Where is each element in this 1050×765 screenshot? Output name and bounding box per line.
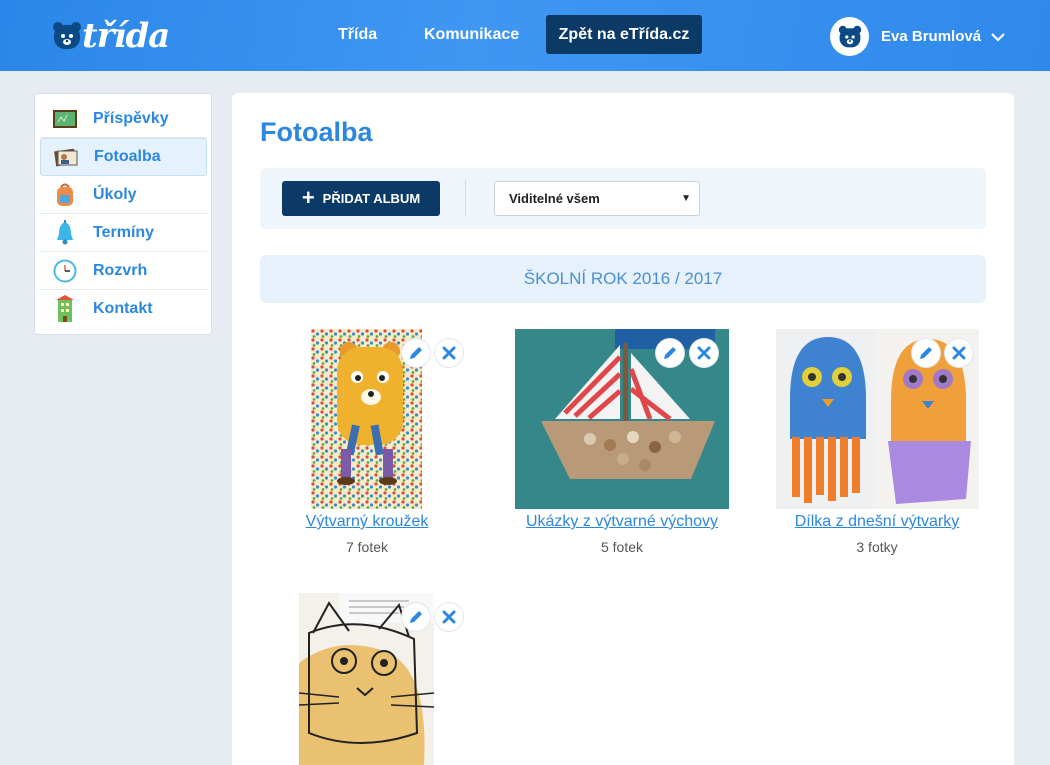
album-title-link[interactable]: Ukázky z výtvarné výchovy <box>492 513 752 531</box>
close-icon <box>952 346 966 360</box>
user-menu[interactable]: Eva Brumlová <box>830 17 1005 56</box>
album-photo-count: 3 fotky <box>856 539 898 555</box>
sidebar-item-label: Fotoalba <box>94 148 161 165</box>
etrida-logo[interactable]: třída <box>52 14 170 58</box>
visibility-value: Viditelné všem <box>509 191 600 206</box>
pencil-icon <box>410 347 422 359</box>
sidebar-item-rozvrh[interactable]: Rozvrh <box>40 252 207 290</box>
sidebar-item-label: Úkoly <box>93 185 137 203</box>
logo-text: třída <box>82 16 170 56</box>
user-name: Eva Brumlová <box>881 28 982 45</box>
edit-album-button[interactable] <box>912 339 940 367</box>
delete-album-button[interactable] <box>435 603 463 631</box>
page-title: Fotoalba <box>260 117 373 147</box>
nav-komunikace[interactable]: Komunikace <box>424 26 519 44</box>
album-toolbar: + PŘIDAT ALBUM Viditelné všem ▼ <box>260 168 986 229</box>
clock-icon <box>52 258 78 284</box>
avatar <box>830 17 869 56</box>
add-album-label: PŘIDAT ALBUM <box>322 191 421 206</box>
sidebar-item-label: Kontakt <box>93 300 153 317</box>
album-photo-count: 7 fotek <box>345 539 389 555</box>
close-icon <box>442 346 456 360</box>
delete-album-button[interactable] <box>690 339 718 367</box>
pencil-icon <box>664 347 676 359</box>
plus-icon: + <box>301 184 315 210</box>
delete-album-button[interactable] <box>945 339 973 367</box>
toolbar-divider <box>465 180 466 217</box>
edit-album-button[interactable] <box>402 339 430 367</box>
back-to-etrida-button[interactable]: Zpět na eTřída.cz <box>546 15 702 54</box>
bell-icon <box>52 219 78 246</box>
add-album-button[interactable]: + PŘIDAT ALBUM <box>282 181 440 216</box>
bear-avatar-icon <box>838 25 861 47</box>
backpack-icon <box>52 182 78 208</box>
bear-logo-icon <box>52 21 82 51</box>
blackboard-icon <box>52 106 78 132</box>
school-building-icon <box>52 295 78 322</box>
sidebar-item-label: Příspěvky <box>93 109 169 127</box>
nav-trida[interactable]: Třída <box>338 26 377 44</box>
album-title-link[interactable]: Dílka z dnešní výtvarky <box>747 513 1007 531</box>
delete-album-button[interactable] <box>435 339 463 367</box>
top-header: třída Třída Komunikace Zpět na eTřída.cz… <box>0 0 1050 71</box>
sidebar-item-ukoly[interactable]: Úkoly <box>40 176 207 214</box>
dropdown-arrow-icon: ▼ <box>681 193 691 204</box>
pencil-icon <box>920 347 932 359</box>
album-title-link[interactable]: Výtvarný kroužek <box>237 513 497 531</box>
sidebar-item-fotoalba[interactable]: Fotoalba <box>40 138 207 176</box>
pencil-icon <box>410 611 422 623</box>
sidebar-item-label: Termíny <box>93 223 155 241</box>
sidebar-item-terminy[interactable]: Termíny <box>40 214 207 252</box>
sidebar-item-label: Rozvrh <box>93 261 148 279</box>
visibility-select[interactable]: Viditelné všem ▼ <box>494 181 700 216</box>
sidebar-item-kontakt[interactable]: Kontakt <box>40 290 207 328</box>
sidebar: Příspěvky Fotoalba Úkoly Termíny Rozvrh … <box>34 93 212 335</box>
school-year-header: ŠKOLNÍ ROK 2016 / 2017 <box>260 255 986 303</box>
album-photo-count: 5 fotek <box>600 539 644 555</box>
edit-album-button[interactable] <box>402 603 430 631</box>
chevron-down-icon[interactable] <box>991 32 1005 42</box>
close-icon <box>697 346 711 360</box>
edit-album-button[interactable] <box>656 339 684 367</box>
sidebar-item-prispevky[interactable]: Příspěvky <box>40 100 207 138</box>
photo-album-icon <box>53 144 79 170</box>
main-panel: Fotoalba + PŘIDAT ALBUM Viditelné všem ▼… <box>232 93 1014 765</box>
close-icon <box>442 610 456 624</box>
